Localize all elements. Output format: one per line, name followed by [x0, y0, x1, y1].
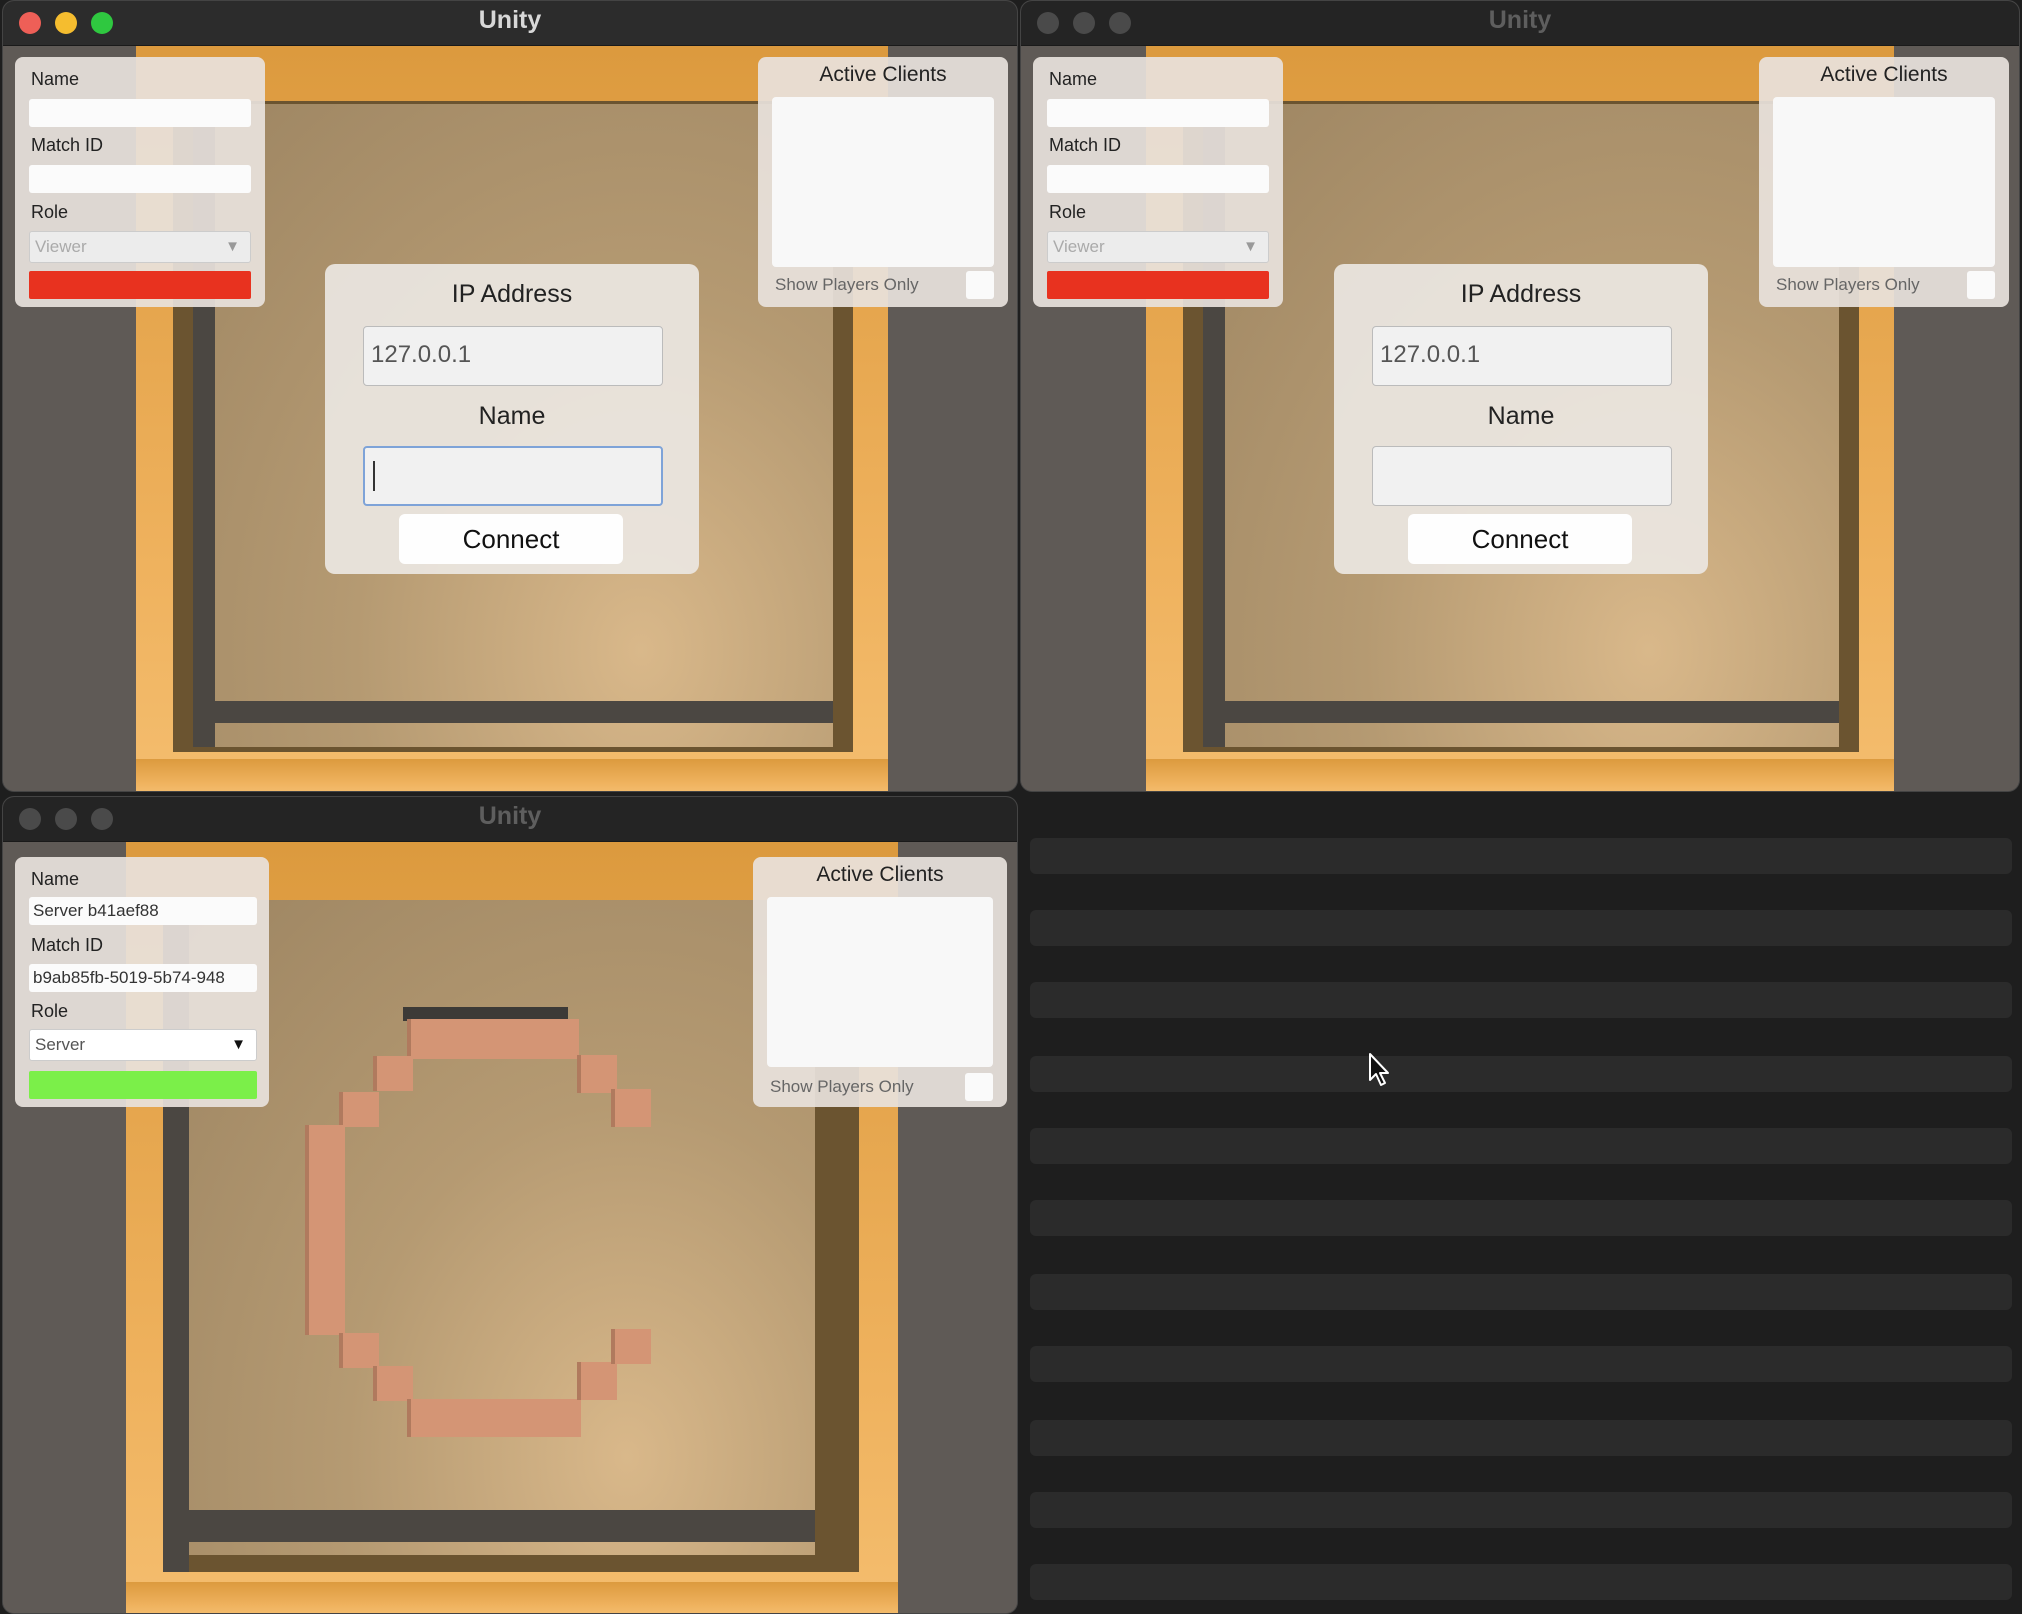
connect-dialog: IP Address 127.0.0.1 Name Connect	[1334, 264, 1708, 574]
connection-status-bar	[29, 1071, 257, 1099]
arena-wall-front	[1146, 759, 1894, 791]
background-stripe	[1030, 910, 2012, 946]
floor-shadow	[193, 701, 833, 723]
active-clients-panel: Active Clients Show Players Only	[1759, 57, 2009, 307]
text-caret	[373, 461, 375, 491]
connection-status-bar	[29, 271, 251, 299]
name-label: Name	[1487, 402, 1555, 430]
show-players-only-label: Show Players Only	[775, 275, 919, 294]
role-dropdown[interactable]: Viewer ▼	[1047, 231, 1269, 263]
player-info-panel: Name Server b41aef88 Match ID b9ab85fb-5…	[15, 857, 269, 1107]
match-id-label: Match ID	[1049, 135, 1122, 155]
window-title: Unity	[478, 802, 542, 830]
mouse-pointer-icon	[1369, 1053, 1389, 1086]
arena-floor	[187, 900, 815, 1555]
voxel-block	[581, 1362, 617, 1400]
role-dropdown[interactable]: Viewer ▼	[29, 231, 251, 263]
voxel-block	[343, 1333, 379, 1368]
window-title: Unity	[478, 6, 542, 34]
name-input[interactable]	[363, 446, 663, 506]
role-dropdown[interactable]: Server ▼	[29, 1029, 257, 1061]
match-id-label: Match ID	[31, 935, 104, 955]
role-label: Role	[31, 1001, 69, 1021]
unity-window-server: Unity Name Server b41aef88 Match ID b9ab…	[2, 796, 1018, 1614]
match-id-field[interactable]	[29, 165, 251, 193]
voxel-block	[411, 1019, 579, 1059]
name-label: Name	[1049, 69, 1098, 89]
match-id-field[interactable]	[1047, 165, 1269, 193]
voxel-block	[343, 1092, 379, 1127]
background-stripe	[1030, 1056, 2012, 1092]
active-clients-list[interactable]	[772, 97, 994, 267]
dropdown-arrow-icon: ▼	[231, 1036, 246, 1053]
voxel-block	[581, 1055, 617, 1093]
player-info-panel: Name Match ID Role Viewer ▼	[1033, 57, 1283, 307]
name-field[interactable]: Server b41aef88	[29, 897, 257, 925]
match-id-field[interactable]: b9ab85fb-5019-5b74-948	[29, 964, 257, 992]
show-players-only-checkbox[interactable]	[1967, 271, 1995, 299]
ip-address-label: IP Address	[451, 280, 573, 308]
active-clients-list[interactable]	[1773, 97, 1995, 267]
show-players-only-checkbox[interactable]	[965, 1073, 993, 1101]
connection-status-bar	[1047, 271, 1269, 299]
background-stripe	[1030, 982, 2012, 1018]
active-clients-panel: Active Clients Show Players Only	[758, 57, 1008, 307]
title-bar[interactable]: Unity	[3, 1, 1017, 46]
background-stripe	[1030, 1128, 2012, 1164]
match-id-label: Match ID	[31, 135, 104, 155]
connect-dialog: IP Address 127.0.0.1 Name Connect	[325, 264, 699, 574]
active-clients-list[interactable]	[767, 897, 993, 1067]
active-clients-title: Active Clients	[819, 63, 947, 86]
show-players-only-label: Show Players Only	[770, 1077, 914, 1096]
background-stripe	[1030, 838, 2012, 874]
voxel-block	[309, 1125, 345, 1335]
voxel-block	[377, 1056, 413, 1091]
dropdown-arrow-icon: ▼	[225, 238, 240, 255]
ip-address-input[interactable]: 127.0.0.1	[1372, 326, 1672, 386]
connect-button[interactable]: Connect	[399, 514, 623, 564]
background-stripe	[1030, 1274, 2012, 1310]
name-label: Name	[31, 869, 80, 889]
active-clients-title: Active Clients	[1820, 63, 1948, 86]
background-stripe	[1030, 1420, 2012, 1456]
unity-window-client-2: Unity Name Match ID Role Viewer ▼ Active…	[1020, 0, 2020, 792]
role-value: Server	[35, 1035, 86, 1054]
title-bar[interactable]: Unity	[3, 797, 1017, 842]
ip-address-input[interactable]: 127.0.0.1	[363, 326, 663, 386]
arena-wall-front	[136, 759, 888, 791]
voxel-block	[615, 1089, 651, 1127]
unity-window-client-1: Unity Name Match ID Role Viewer ▼ Active…	[2, 0, 1018, 792]
name-label: Name	[478, 402, 546, 430]
dropdown-arrow-icon: ▼	[1243, 238, 1258, 255]
background-stripe	[1030, 1492, 2012, 1528]
voxel-block	[411, 1399, 581, 1437]
floor-shadow	[1203, 701, 1839, 723]
show-players-only-checkbox[interactable]	[966, 271, 994, 299]
background-stripe	[1030, 1200, 2012, 1236]
window-title: Unity	[1488, 6, 1552, 34]
connect-button[interactable]: Connect	[1408, 514, 1632, 564]
role-value: Viewer	[1053, 237, 1105, 256]
name-input[interactable]	[1372, 446, 1672, 506]
empty-desktop-area	[1020, 800, 2022, 1614]
active-clients-panel: Active Clients Show Players Only	[753, 857, 1007, 1107]
voxel-block	[377, 1366, 413, 1401]
active-clients-title: Active Clients	[816, 863, 944, 886]
background-stripe	[1030, 1346, 2012, 1382]
background-stripe	[1030, 1564, 2012, 1600]
show-players-only-label: Show Players Only	[1776, 275, 1920, 294]
player-info-panel: Name Match ID Role Viewer ▼	[15, 57, 265, 307]
floor-shadow	[163, 1510, 815, 1542]
role-label: Role	[31, 202, 69, 222]
name-field[interactable]	[1047, 99, 1269, 127]
role-value: Viewer	[35, 237, 87, 256]
voxel-block	[615, 1329, 651, 1364]
name-label: Name	[31, 69, 80, 89]
ip-address-label: IP Address	[1460, 280, 1582, 308]
role-label: Role	[1049, 202, 1087, 222]
title-bar[interactable]: Unity	[1021, 1, 2019, 46]
arena-wall-front	[126, 1582, 898, 1613]
name-field[interactable]	[29, 99, 251, 127]
